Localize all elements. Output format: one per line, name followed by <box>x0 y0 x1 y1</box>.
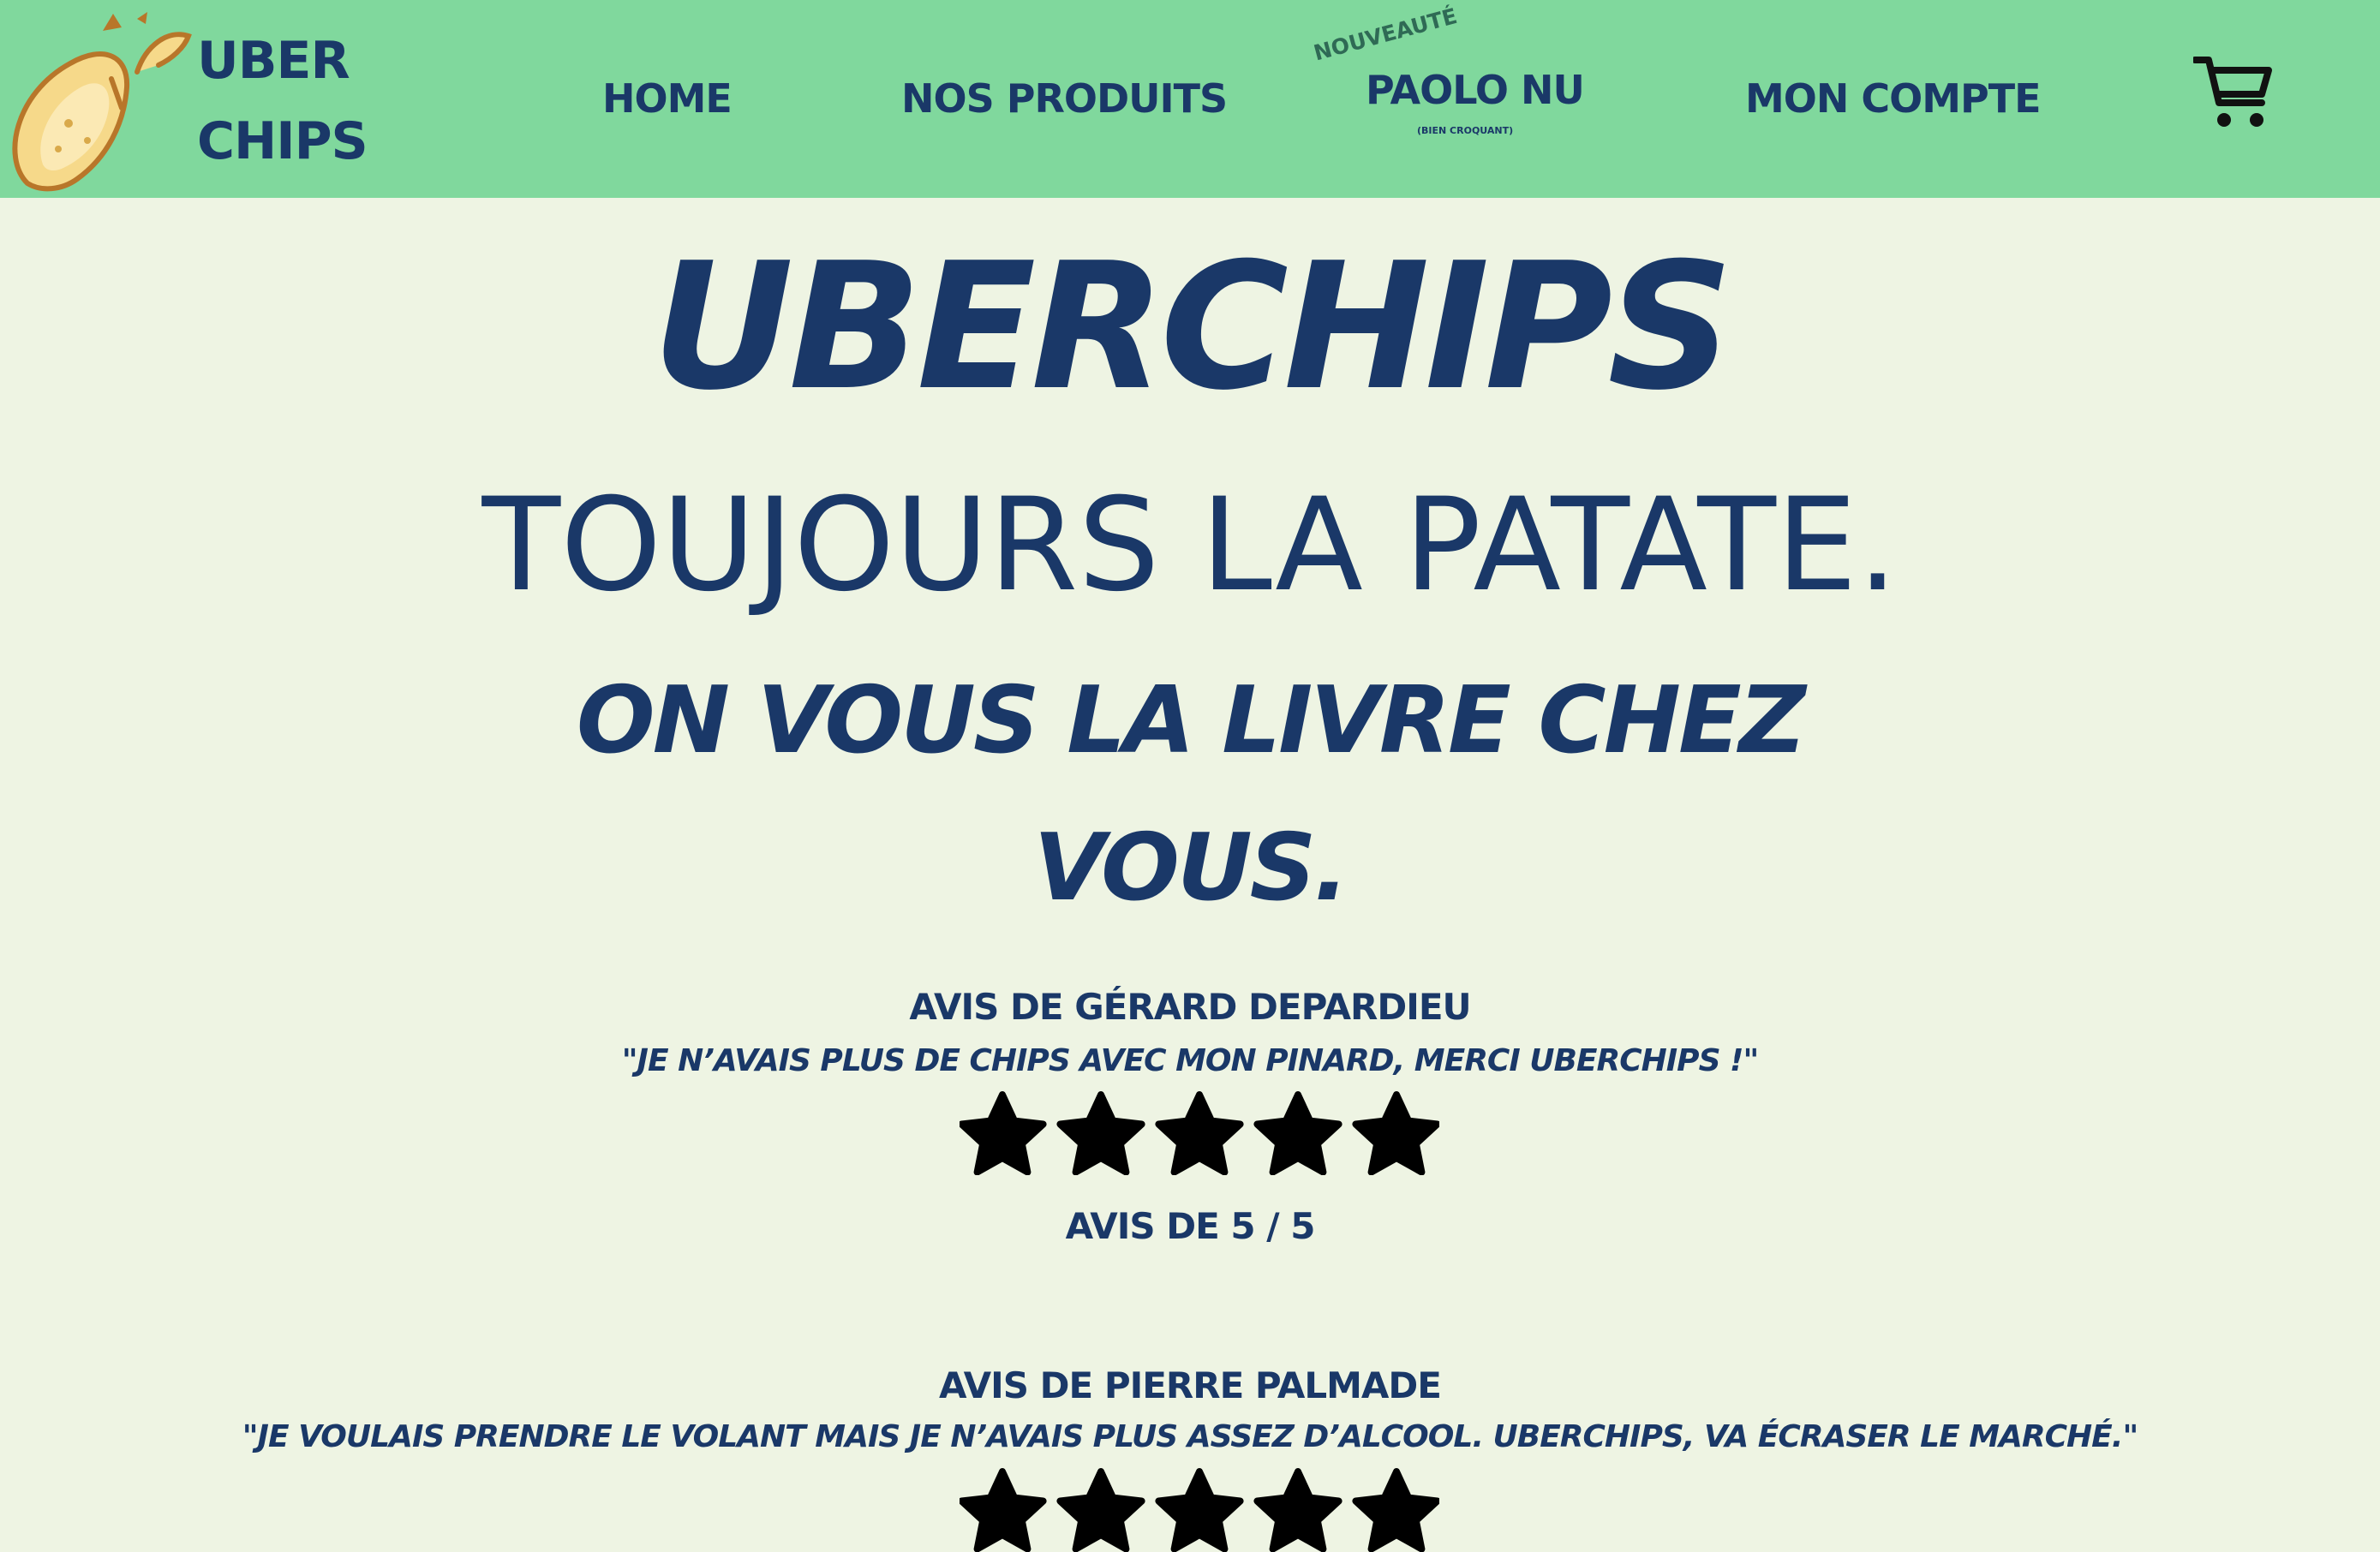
hero-tagline: TOUJOURS LA PATATE. <box>481 471 1899 620</box>
review-author: AVIS DE PIERRE PALMADE <box>939 1364 1442 1406</box>
brand-name-line1: UBER <box>197 31 350 91</box>
review-rating-text: AVIS DE 5 / 5 <box>1065 1205 1316 1247</box>
star-icon <box>1253 1468 1342 1552</box>
star-rating <box>960 1091 1439 1175</box>
hero-subtitle-line1: ON VOUS LA LIVRE CHEZ <box>576 667 1806 774</box>
nav-produits-link[interactable]: NOS PRODUITS <box>901 75 1228 122</box>
review-quote: "JE VOULAIS PRENDRE LE VOLANT MAIS JE N’… <box>242 1419 2138 1454</box>
nav-account-link[interactable]: MON COMPTE <box>1745 75 2042 122</box>
brand-name-line2: CHIPS <box>197 111 368 171</box>
nav-paolo-nu-link[interactable]: PAOLO NU <box>1366 67 1585 113</box>
star-icon <box>1056 1468 1145 1552</box>
hero-title: UBERCHIPS <box>651 226 1733 429</box>
star-icon <box>960 1091 1047 1175</box>
nav-home-link[interactable]: HOME <box>602 75 733 122</box>
top-navbar: UBER CHIPS HOME NOS PRODUITS NOUVEAUTÉ P… <box>0 0 2380 198</box>
review-quote: "JE N’AVAIS PLUS DE CHIPS AVEC MON PINAR… <box>621 1043 1759 1078</box>
hero-subtitle-line2: VOUS. <box>1033 815 1348 922</box>
paolo-subtitle: (BIEN CROQUANT) <box>1417 125 1514 136</box>
star-icon <box>960 1468 1047 1552</box>
star-rating <box>960 1468 1439 1552</box>
star-icon <box>1155 1091 1244 1175</box>
chip-logo-icon[interactable] <box>9 12 197 192</box>
new-badge: NOUVEAUTÉ <box>1311 3 1460 66</box>
cart-icon[interactable] <box>2193 55 2272 130</box>
star-icon <box>1352 1091 1439 1175</box>
star-icon <box>1352 1468 1439 1552</box>
star-icon <box>1253 1091 1342 1175</box>
star-icon <box>1056 1091 1145 1175</box>
review-author: AVIS DE GÉRARD DEPARDIEU <box>909 986 1471 1028</box>
star-icon <box>1155 1468 1244 1552</box>
